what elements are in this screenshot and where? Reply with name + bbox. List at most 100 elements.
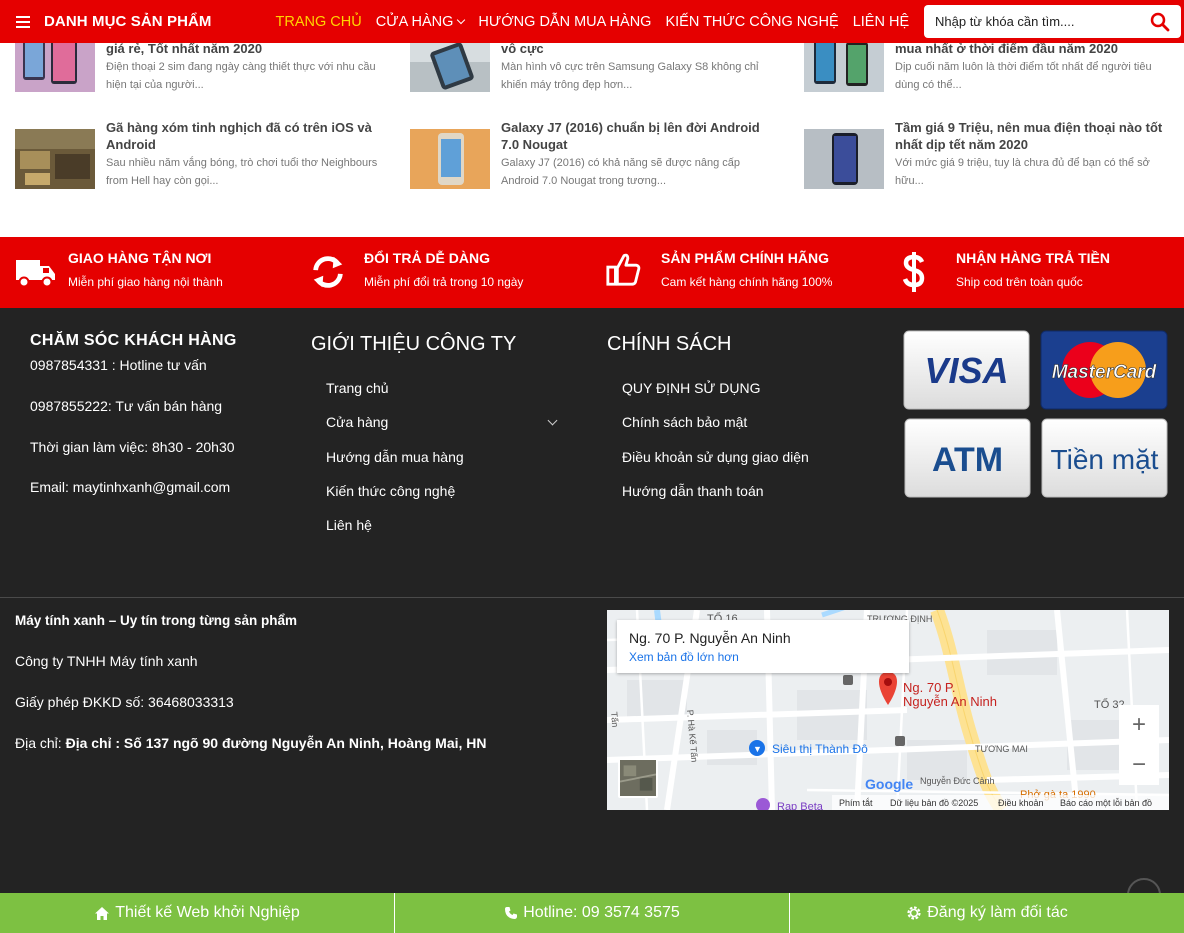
company-name: Công ty TNHH Máy tính xanh (15, 653, 198, 669)
footer-link-shop[interactable]: Cửa hàng (326, 414, 388, 430)
hotline-button[interactable]: Hotline: 09 3574 3575 (395, 893, 790, 933)
atm-label: ATM (932, 441, 1003, 479)
category-menu-title[interactable]: DANH MỤC SẢN PHẨM (44, 13, 212, 30)
feature-title: ĐỔI TRẢ DỄ DÀNG (364, 250, 490, 266)
article-thumbnail[interactable] (15, 129, 95, 189)
google-logo: Google (865, 776, 913, 792)
map-place-name: Ng. 70 P. Nguyễn An Ninh (629, 630, 791, 646)
about-company-title: GIỚI THIỆU CÔNG TY (311, 333, 517, 355)
search-input[interactable]: Nhập từ khóa cần tìm.... (935, 14, 1148, 29)
customer-care-title: CHĂM SÓC KHÁCH HÀNG (30, 332, 237, 349)
main-nav: TRANG CHỦ CỬA HÀNG HƯỚNG DẪN MUA HÀNG KI… (276, 14, 924, 30)
svg-text:▼: ▼ (753, 744, 762, 754)
home-icon (95, 906, 110, 920)
hotline-text: 0987854331 : Hotline tư vấn (30, 357, 207, 373)
article-desc: Điện thoại 2 sim đang ngày càng thiết th… (106, 61, 376, 91)
footer-link-buying-guide[interactable]: Hướng dẫn mua hàng (326, 449, 464, 465)
article-desc: Sau nhiều năm vắng bóng, trò chơi tuổi t… (106, 157, 378, 187)
visa-label: VISA (924, 350, 1008, 391)
chevron-down-icon (457, 15, 466, 24)
feature-bar: GIAO HÀNG TẬN NƠI Miễn phí giao hàng nội… (0, 237, 1184, 308)
mastercard-label: MasterCard (1052, 362, 1157, 383)
pin-label-line1: Ng. 70 P. (903, 680, 956, 695)
map-report-error[interactable]: Báo cáo một lỗi bản đồ (1060, 798, 1152, 808)
footer-link-ui-terms[interactable]: Điều khoản sử dụng giao diện (622, 449, 809, 465)
footer-link-payment-guide[interactable]: Hướng dẫn thanh toán (622, 483, 764, 499)
map-place-card: Ng. 70 P. Nguyễn An Ninh Xem bản đồ lớn … (617, 620, 909, 673)
map-label-nguyen-duc-canh: Nguyễn Đức Cảnh (920, 776, 995, 786)
footer-link-privacy[interactable]: Chính sách bảo mật (622, 414, 747, 430)
feature-desc: Cam kết hàng chính hãng 100% (661, 275, 833, 289)
company-address: Địa chỉ: Địa chỉ : Số 137 ngõ 90 đường N… (15, 735, 487, 751)
pin-label-line2: Nguyễn An Ninh (903, 694, 997, 709)
article-title[interactable]: Galaxy J7 (2016) chuẩn bị lên đời Androi… (501, 119, 776, 153)
map-data: Dữ liệu bản đồ ©2025 (890, 798, 978, 808)
article-thumbnail[interactable] (804, 129, 884, 189)
gear-icon (907, 906, 921, 920)
zoom-out-button[interactable]: − (1119, 745, 1159, 785)
footer-link-home[interactable]: Trang chủ (326, 380, 389, 396)
atm-card-icon: ATM (904, 418, 1031, 498)
nav-buying-guide[interactable]: HƯỚNG DẪN MUA HÀNG (478, 14, 651, 30)
visa-card-icon: VISA (903, 330, 1030, 410)
nav-tech-knowledge[interactable]: KIẾN THỨC CÔNG NGHỆ (665, 14, 838, 30)
feature-desc: Miễn phí giao hàng nội thành (68, 275, 223, 289)
web-design-label: Thiết kế Web khởi Nghiệp (115, 904, 300, 921)
article-title[interactable]: Tầm giá 9 Triệu, nên mua điện thoại nào … (895, 119, 1170, 153)
feature-title: NHẬN HÀNG TRẢ TIỀN (956, 250, 1110, 266)
map-terms[interactable]: Điều khoản (998, 798, 1044, 808)
article-thumbnail[interactable] (410, 129, 490, 189)
cash-label: Tiền mặt (1051, 444, 1159, 475)
article-title[interactable]: Gã hàng xóm tinh nghịch đã có trên iOS v… (106, 119, 381, 153)
site-footer: CHĂM SÓC KHÁCH HÀNG 0987854331 : Hotline… (0, 308, 1184, 912)
menu-icon[interactable] (16, 15, 30, 28)
policy-title: CHÍNH SÁCH (607, 333, 732, 355)
refresh-icon (313, 256, 343, 288)
top-header: DANH MỤC SẢN PHẨM TRANG CHỦ CỬA HÀNG HƯỚ… (0, 0, 1184, 43)
nav-shop-label: CỬA HÀNG (375, 13, 454, 30)
article-desc: Với mức giá 9 triệu, tuy là chưa đủ để b… (895, 157, 1150, 187)
nav-shop[interactable]: CỬA HÀNG (375, 13, 466, 30)
footer-link-terms-of-use[interactable]: QUY ĐỊNH SỬ DỤNG (622, 380, 761, 396)
hotline-label: Hotline: 09 3574 3575 (523, 904, 680, 921)
google-map[interactable]: TỔ 16 TRƯƠNG ĐỊNH TỔ 32 ▼ Siêu thị Thành… (607, 610, 1169, 810)
footer-link-tech[interactable]: Kiến thức công nghệ (326, 483, 455, 499)
dollar-icon (902, 252, 925, 292)
article-desc: Màn hình vô cực trên Samsung Galaxy S8 k… (501, 61, 759, 91)
cash-payment-icon: Tiền mặt (1041, 418, 1168, 498)
mastercard-icon: MasterCard (1040, 330, 1168, 410)
feature-title: GIAO HÀNG TẬN NƠI (68, 250, 212, 266)
footer-divider (0, 597, 1184, 598)
view-larger-map-link[interactable]: Xem bản đồ lớn hơn (629, 650, 739, 664)
email-text[interactable]: Email: maytinhxanh@gmail.com (30, 479, 230, 495)
map-label-supermarket: Siêu thị Thành Đô (772, 742, 868, 756)
address-label: Địa chỉ: (15, 735, 62, 751)
nav-contact[interactable]: LIÊN HỆ (853, 14, 909, 30)
partner-register-button[interactable]: Đăng ký làm đối tác (790, 893, 1184, 933)
map-label-tan: Tấn (609, 711, 620, 727)
feature-title: SẢN PHẨM CHÍNH HÃNG (661, 250, 829, 266)
thumbs-up-icon (606, 253, 641, 286)
partner-register-label: Đăng ký làm đối tác (927, 904, 1068, 921)
search-box[interactable]: Nhập từ khóa cần tìm.... (924, 5, 1181, 38)
feature-desc: Ship cod trên toàn quốc (956, 275, 1083, 289)
map-label-beta: Rạp Beta (777, 801, 824, 810)
web-design-button[interactable]: Thiết kế Web khởi Nghiệp (0, 893, 395, 933)
map-shortcuts[interactable]: Phím tắt (839, 798, 873, 808)
truck-icon (16, 260, 55, 288)
chevron-down-icon[interactable] (547, 415, 558, 426)
satellite-toggle-icon[interactable] (618, 758, 658, 798)
phone-icon (505, 907, 518, 919)
company-slogan: Máy tính xanh – Uy tín trong từng sản ph… (15, 613, 298, 628)
working-hours-text: Thời gian làm việc: 8h30 - 20h30 (30, 439, 235, 455)
article-desc: Dịp cuối năm luôn là thời điểm tốt nhất … (895, 61, 1152, 91)
footer-link-contact[interactable]: Liên hệ (326, 517, 372, 533)
zoom-in-button[interactable]: + (1119, 705, 1159, 745)
company-license: Giấy phép ĐKKD số: 36468033313 (15, 694, 234, 710)
sales-phone-text: 0987855222: Tư vấn bán hàng (30, 398, 223, 414)
nav-home[interactable]: TRANG CHỦ (276, 14, 362, 30)
related-articles: giá rẻ, Tốt nhất năm 2020 Điện thoại 2 s… (0, 32, 1184, 237)
article-desc: Galaxy J7 (2016) có khả năng sẽ được nân… (501, 157, 740, 187)
bottom-action-bar: Thiết kế Web khởi Nghiệp Hotline: 09 357… (0, 893, 1184, 933)
search-icon[interactable] (1148, 10, 1172, 34)
